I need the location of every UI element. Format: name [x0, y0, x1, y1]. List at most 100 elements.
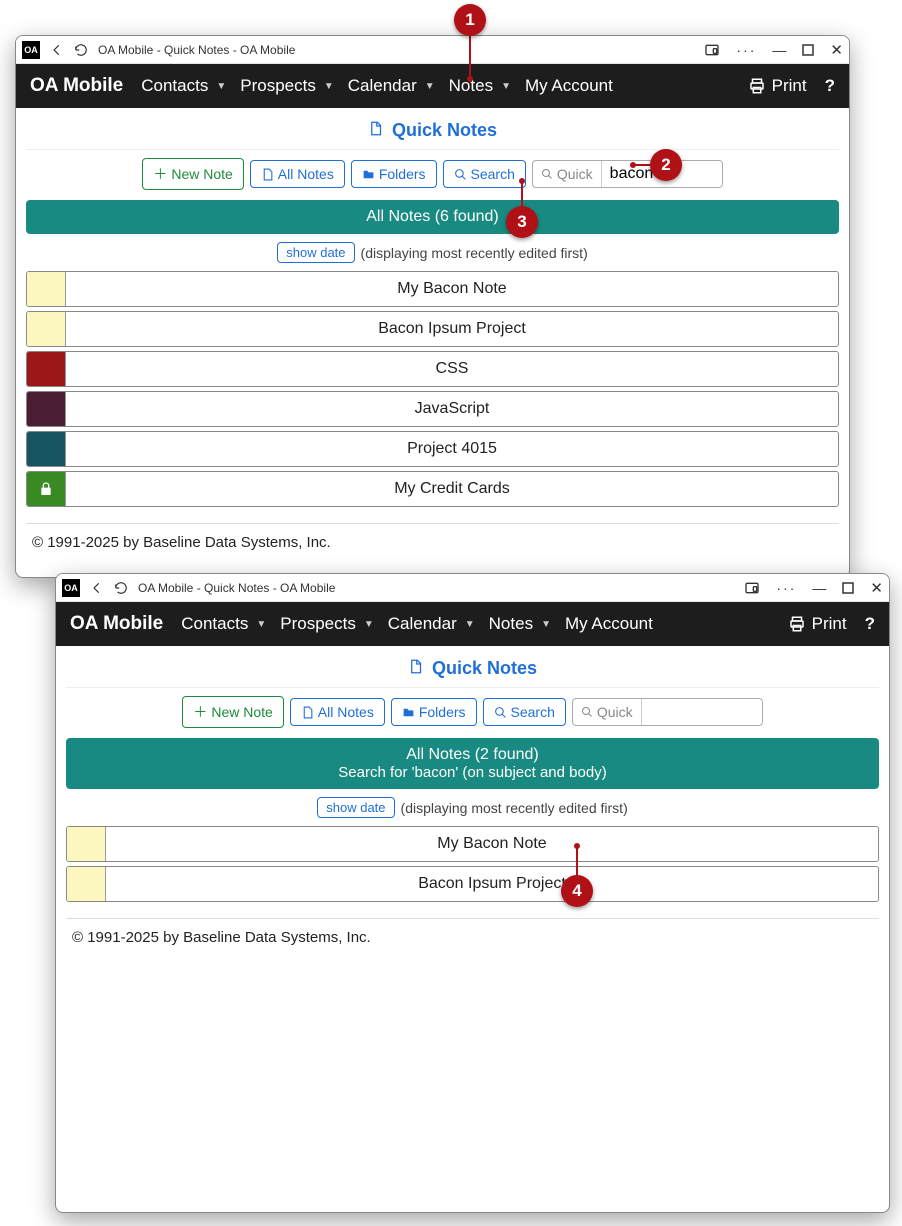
nav-print[interactable]: Print — [812, 614, 847, 634]
minimize-icon[interactable]: — — [772, 42, 786, 58]
nav-contacts[interactable]: Contacts — [141, 76, 208, 96]
titlebar: OA OA Mobile - Quick Notes - OA Mobile ·… — [16, 36, 849, 64]
annotation-dot — [630, 162, 636, 168]
note-color-swatch — [67, 867, 105, 901]
document-icon — [261, 168, 274, 181]
folders-button[interactable]: Folders — [391, 698, 477, 726]
plus-icon: ＋ — [153, 164, 167, 184]
search-button[interactable]: Search — [483, 698, 566, 726]
cast-icon[interactable] — [704, 42, 720, 58]
folder-icon — [402, 706, 415, 719]
note-row[interactable]: My Bacon Note — [26, 271, 839, 307]
search-button[interactable]: Search — [443, 160, 526, 188]
search-icon — [581, 706, 593, 718]
minimize-icon[interactable]: — — [812, 580, 826, 596]
note-row[interactable]: Bacon Ipsum Project — [26, 311, 839, 347]
annotation-badge-3: 3 — [506, 206, 538, 238]
results-header-line1: All Notes (2 found) — [70, 746, 875, 764]
toolbar: ＋New Note All Notes Folders Search Quick — [66, 696, 879, 728]
brand[interactable]: OA Mobile — [70, 613, 163, 635]
annotation-connector — [576, 845, 578, 877]
refresh-icon[interactable] — [114, 581, 128, 595]
search-icon — [494, 706, 507, 719]
copyright: © 1991-2025 by Baseline Data Systems, In… — [26, 534, 839, 565]
cast-icon[interactable] — [744, 580, 760, 596]
nav-notes[interactable]: Notes — [489, 614, 533, 634]
show-date-button[interactable]: show date — [317, 797, 394, 818]
divider — [26, 523, 839, 524]
navbar: OA Mobile Contacts ▼ Prospects ▼ Calendar ▼… — [16, 64, 849, 108]
back-icon[interactable] — [50, 43, 64, 57]
nav-prospects[interactable]: Prospects — [280, 614, 356, 634]
nav-contacts[interactable]: Contacts — [181, 614, 248, 634]
window-title: OA Mobile - Quick Notes - OA Mobile — [98, 43, 295, 57]
chevron-down-icon[interactable]: ▼ — [364, 619, 374, 630]
app-icon: OA — [62, 579, 80, 597]
note-title: CSS — [65, 352, 838, 386]
more-icon[interactable]: ··· — [736, 42, 756, 58]
all-notes-button[interactable]: All Notes — [290, 698, 385, 726]
refresh-icon[interactable] — [74, 43, 88, 57]
display-order-text: (displaying most recently edited first) — [361, 245, 588, 261]
browser-window-bottom: OA OA Mobile - Quick Notes - OA Mobile ·… — [55, 573, 890, 1213]
document-icon — [408, 658, 428, 678]
folder-icon — [362, 168, 375, 181]
new-note-button[interactable]: ＋New Note — [182, 696, 283, 728]
note-title: Bacon Ipsum Project — [105, 867, 878, 901]
page-title-text: Quick Notes — [432, 658, 537, 678]
sort-row: show date (displaying most recently edit… — [26, 242, 839, 263]
nav-calendar[interactable]: Calendar — [388, 614, 457, 634]
nav-print[interactable]: Print — [772, 76, 807, 96]
annotation-badge-1: 1 — [454, 4, 486, 36]
annotation-dot — [467, 76, 473, 82]
annotation-dot — [519, 178, 525, 184]
document-icon — [301, 706, 314, 719]
chevron-down-icon[interactable]: ▼ — [465, 619, 475, 630]
results-header-text: All Notes (6 found) — [30, 208, 835, 226]
nav-help[interactable]: ? — [825, 76, 835, 96]
chevron-down-icon[interactable]: ▼ — [425, 81, 435, 92]
note-row[interactable]: Bacon Ipsum Project — [66, 866, 879, 902]
document-icon — [368, 120, 388, 140]
note-row[interactable]: My Credit Cards — [26, 471, 839, 507]
nav-my-account[interactable]: My Account — [525, 76, 613, 96]
maximize-icon[interactable] — [802, 44, 814, 56]
page-title: Quick Notes — [66, 658, 879, 688]
titlebar: OA OA Mobile - Quick Notes - OA Mobile ·… — [56, 574, 889, 602]
copyright: © 1991-2025 by Baseline Data Systems, In… — [66, 929, 879, 960]
folders-button[interactable]: Folders — [351, 160, 437, 188]
app-icon: OA — [22, 41, 40, 59]
nav-my-account[interactable]: My Account — [565, 614, 653, 634]
nav-help[interactable]: ? — [865, 614, 875, 634]
note-row[interactable]: JavaScript — [26, 391, 839, 427]
chevron-down-icon[interactable]: ▼ — [541, 619, 551, 630]
close-icon[interactable]: ✕ — [830, 41, 843, 59]
note-row[interactable]: CSS — [26, 351, 839, 387]
chevron-down-icon[interactable]: ▼ — [216, 81, 226, 92]
chevron-down-icon[interactable]: ▼ — [501, 81, 511, 92]
note-row[interactable]: Project 4015 — [26, 431, 839, 467]
annotation-connector — [469, 36, 471, 76]
chevron-down-icon[interactable]: ▼ — [324, 81, 334, 92]
note-color-swatch — [67, 827, 105, 861]
nav-calendar[interactable]: Calendar — [348, 76, 417, 96]
print-icon[interactable] — [788, 615, 806, 633]
back-icon[interactable] — [90, 581, 104, 595]
more-icon[interactable]: ··· — [776, 580, 796, 596]
nav-prospects[interactable]: Prospects — [240, 76, 316, 96]
note-title: Project 4015 — [65, 432, 838, 466]
new-note-button[interactable]: ＋New Note — [142, 158, 243, 190]
all-notes-button[interactable]: All Notes — [250, 160, 345, 188]
navbar: OA Mobile Contacts ▼ Prospects ▼ Calendar ▼… — [56, 602, 889, 646]
note-color-swatch — [27, 312, 65, 346]
lock-icon — [38, 481, 54, 497]
show-date-button[interactable]: show date — [277, 242, 354, 263]
note-row[interactable]: My Bacon Note — [66, 826, 879, 862]
quick-search-input[interactable] — [642, 699, 762, 725]
close-icon[interactable]: ✕ — [870, 579, 883, 597]
chevron-down-icon[interactable]: ▼ — [256, 619, 266, 630]
quick-search-box: Quick — [532, 160, 723, 188]
maximize-icon[interactable] — [842, 582, 854, 594]
brand[interactable]: OA Mobile — [30, 75, 123, 97]
print-icon[interactable] — [748, 77, 766, 95]
